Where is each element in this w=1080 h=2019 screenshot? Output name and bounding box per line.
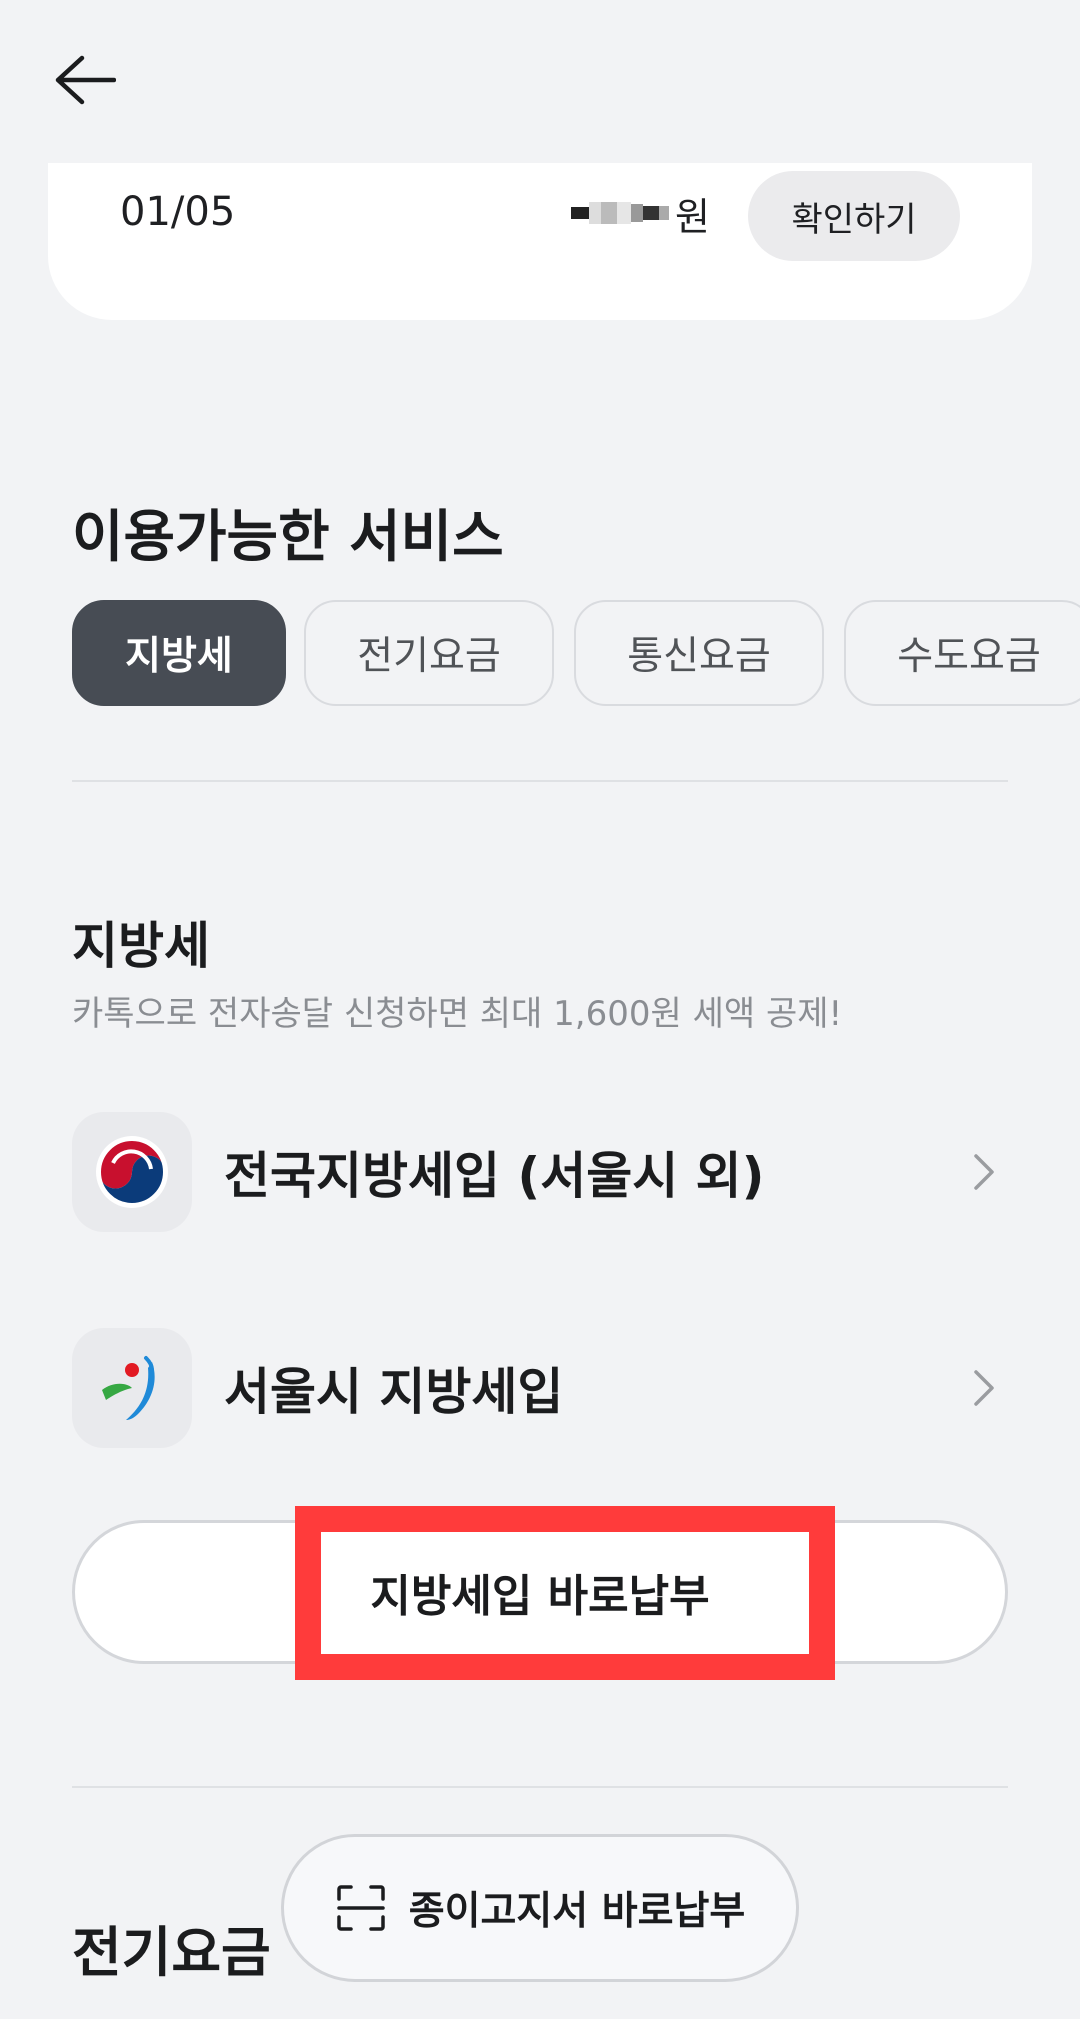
services-title: 이용가능한 서비스 — [72, 505, 504, 570]
local-tax-subtitle: 카톡으로 전자송달 신청하면 최대 1,600원 세액 공제! — [72, 994, 843, 1034]
scan-icon — [337, 1885, 385, 1931]
local-tax-pay-now-button[interactable]: 지방세입 바로납부 — [72, 1520, 1008, 1664]
chip-local-tax[interactable]: 지방세 — [72, 600, 286, 706]
chevron-right-icon — [974, 1154, 994, 1190]
service-chips: 지방세 전기요금 통신요금 수도요금 — [72, 600, 1080, 708]
masked-amount — [571, 198, 669, 228]
electricity-title: 전기요금 — [72, 1921, 271, 1984]
chip-telecom[interactable]: 통신요금 — [574, 600, 824, 706]
chip-water[interactable]: 수도요금 — [844, 600, 1080, 706]
korea-government-emblem-icon — [72, 1112, 192, 1232]
service-item-seoul-local-tax[interactable]: 서울시 지방세입 — [72, 1328, 1008, 1448]
bill-amount: 원 — [571, 189, 710, 239]
seoul-city-logo-icon — [72, 1328, 192, 1448]
divider — [72, 780, 1008, 782]
confirm-button[interactable]: 확인하기 — [748, 171, 960, 261]
page: 01/05 원 확인하기 이용가능한 서비스 지방세 전기요금 통신요금 수도요… — [0, 0, 1080, 2019]
paper-bill-pay-label: 종이고지서 바로납부 — [408, 1889, 746, 1934]
service-item-label: 서울시 지방세입 — [224, 1363, 564, 1421]
local-tax-title: 지방세 — [72, 917, 210, 975]
service-item-label: 전국지방세입 (서울시 외) — [224, 1147, 765, 1205]
chevron-right-icon — [974, 1370, 994, 1406]
chip-electricity[interactable]: 전기요금 — [304, 600, 554, 706]
divider — [72, 1786, 1008, 1788]
back-button[interactable] — [48, 48, 120, 112]
arrow-left-icon — [55, 55, 116, 105]
currency-suffix: 원 — [675, 194, 710, 239]
bill-card: 01/05 원 확인하기 — [48, 163, 1032, 320]
bill-date: 01/05 — [120, 189, 236, 235]
service-item-national-local-tax[interactable]: 전국지방세입 (서울시 외) — [72, 1112, 1008, 1232]
paper-bill-pay-button[interactable]: 종이고지서 바로납부 — [281, 1834, 799, 1982]
